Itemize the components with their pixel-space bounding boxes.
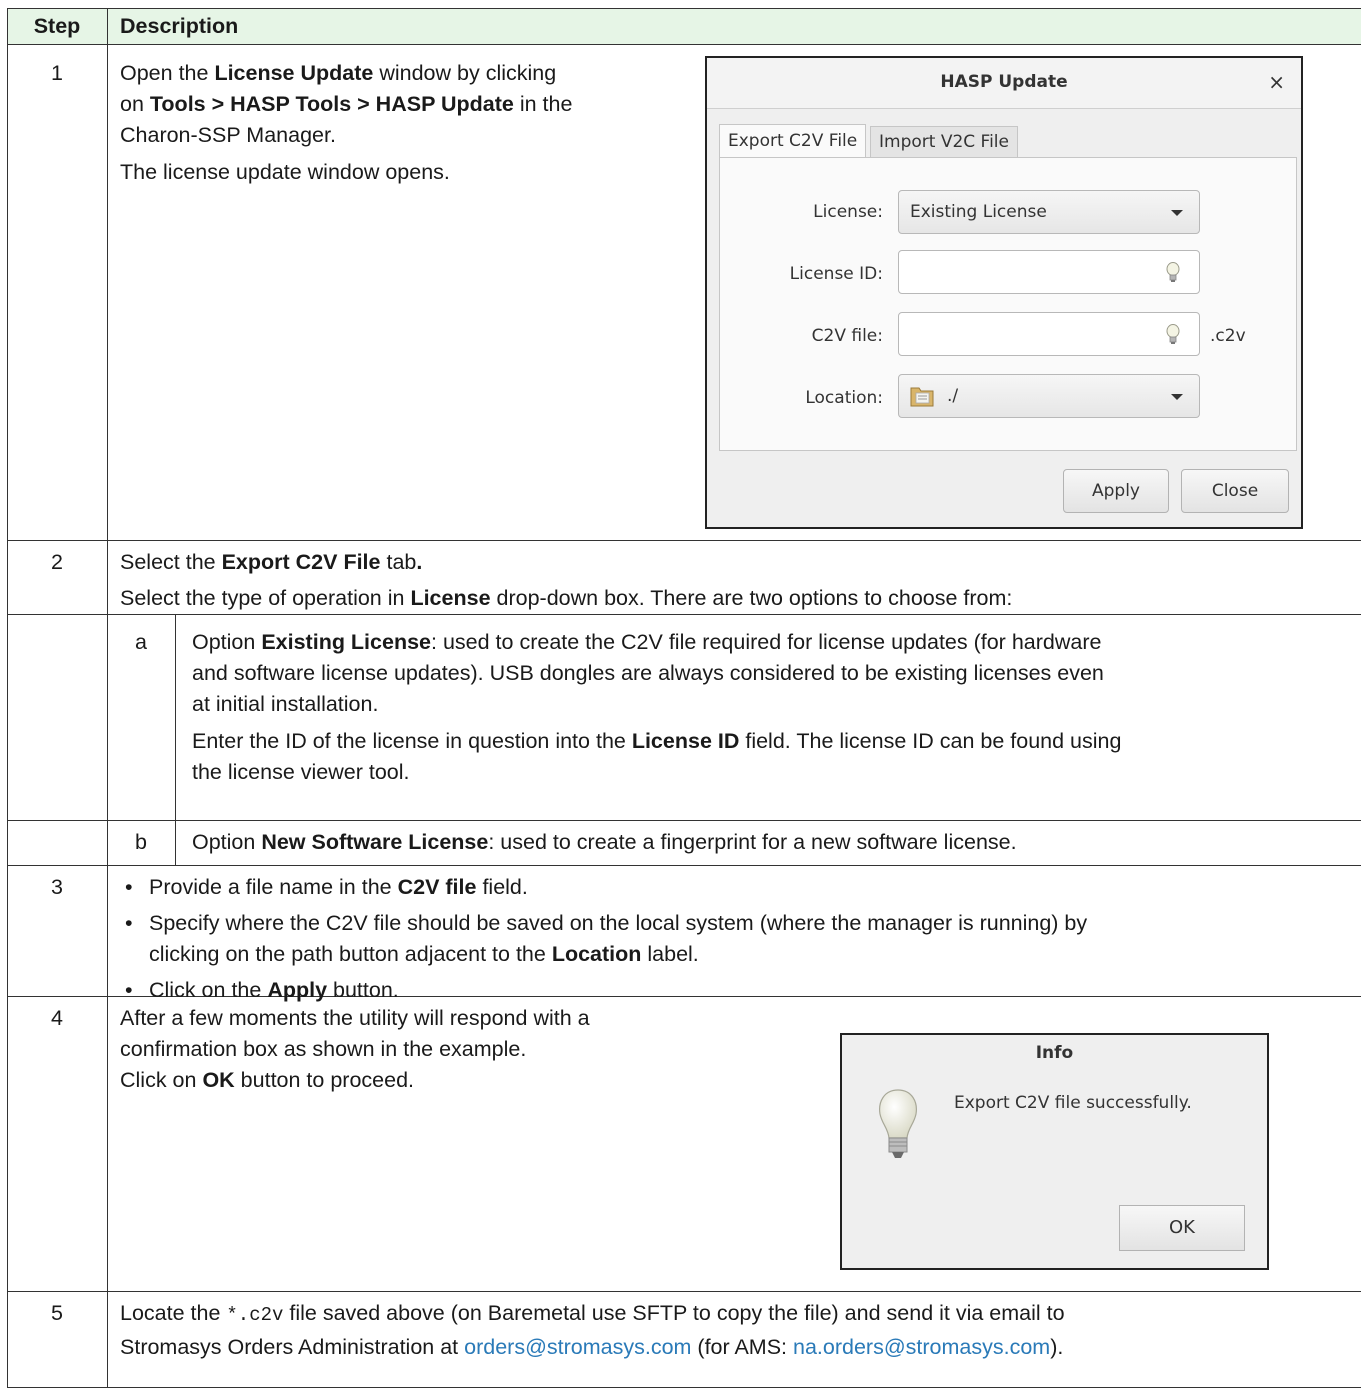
tab-export-c2v[interactable]: Export C2V File	[719, 124, 867, 158]
step1-line3: Charon-SSP Manager.	[120, 123, 336, 147]
c2v-file-label: C2V file:	[811, 326, 883, 346]
export-pane: License: Existing License License ID: C2…	[719, 157, 1297, 451]
substep-a-line2: and software license updates). USB dongl…	[192, 661, 1104, 685]
na-orders-email-link[interactable]: na.orders@stromasys.com	[793, 1335, 1050, 1359]
location-label: Location:	[805, 388, 883, 408]
list-item: Click on the Apply button.	[107, 975, 1357, 1006]
dialog-title: HASP Update	[940, 72, 1068, 92]
step3-bullets: Provide a file name in the C2V file fiel…	[107, 872, 1357, 1006]
step5-line2: Stromasys Orders Administration at order…	[120, 1335, 1064, 1359]
lightbulb-icon	[1166, 262, 1180, 282]
header-description: Description	[120, 14, 239, 38]
list-item: Provide a file name in the C2V file fiel…	[107, 872, 1357, 903]
lightbulb-icon	[1166, 324, 1180, 344]
list-item: Specify where the C2V file should be sav…	[107, 908, 1357, 970]
step-number: 1	[51, 61, 63, 85]
close-button[interactable]: Close	[1181, 469, 1289, 513]
dialog-titlebar: HASP Update ×	[707, 58, 1301, 109]
step1-line1: Open the License Update window by clicki…	[120, 61, 557, 85]
chevron-down-icon	[1171, 210, 1183, 216]
step4-line2: confirmation box as shown in the example…	[120, 1037, 527, 1061]
row-divider	[7, 44, 1361, 45]
location-dropdown[interactable]: ./	[898, 374, 1200, 418]
tab-import-v2c[interactable]: Import V2C File	[870, 126, 1018, 158]
step-number: 4	[51, 1006, 63, 1030]
substep-a-line3: at initial installation.	[192, 692, 379, 716]
apply-button[interactable]: Apply	[1063, 469, 1169, 513]
chevron-down-icon	[1171, 394, 1183, 400]
step2-line1: Select the Export C2V File tab.	[120, 550, 423, 574]
license-dropdown[interactable]: Existing License	[898, 190, 1200, 234]
step1-line4: The license update window opens.	[120, 160, 450, 184]
location-value: ./	[947, 386, 959, 406]
step4-line1: After a few moments the utility will res…	[120, 1006, 590, 1030]
substep-a-line1: Option Existing License: used to create …	[192, 630, 1102, 654]
step1-line2: on Tools > HASP Tools > HASP Update in t…	[120, 92, 573, 116]
ok-button[interactable]: OK	[1119, 1205, 1245, 1251]
folder-icon	[910, 387, 934, 407]
sub-column-divider	[175, 614, 176, 865]
license-id-label: License ID:	[789, 264, 883, 284]
substep-letter: a	[135, 630, 147, 654]
column-divider	[107, 8, 108, 1388]
license-id-input[interactable]	[898, 250, 1200, 294]
info-dialog: Info Export C2V file successfully. OK	[840, 1033, 1269, 1270]
step4-line3: Click on OK button to proceed.	[120, 1068, 414, 1092]
c2v-file-input[interactable]	[898, 312, 1200, 356]
step2-line2: Select the type of operation in License …	[120, 586, 1013, 610]
lightbulb-icon	[879, 1089, 917, 1158]
row-divider	[7, 820, 1361, 821]
row-divider	[107, 614, 1361, 615]
step5-line1: Locate the *.c2v file saved above (on Ba…	[120, 1301, 1065, 1326]
row-divider	[7, 1291, 1361, 1292]
c2v-suffix: .c2v	[1210, 326, 1246, 346]
hasp-update-dialog: HASP Update × Export C2V File Import V2C…	[705, 56, 1303, 529]
substep-b-line1: Option New Software License: used to cre…	[192, 830, 1017, 854]
header-step: Step	[33, 14, 81, 38]
row-divider	[7, 614, 107, 615]
step-number: 5	[51, 1301, 63, 1325]
row-divider	[7, 540, 1361, 541]
substep-a-line4: Enter the ID of the license in question …	[192, 729, 1122, 753]
orders-email-link[interactable]: orders@stromasys.com	[464, 1335, 691, 1359]
info-message: Export C2V file successfully.	[954, 1093, 1192, 1113]
step-number: 3	[51, 875, 63, 899]
info-title: Info	[1035, 1043, 1074, 1063]
step-number: 2	[51, 550, 63, 574]
license-dropdown-value: Existing License	[910, 202, 1047, 222]
substep-letter: b	[135, 830, 147, 854]
row-divider	[7, 865, 1361, 866]
substep-a-line5: the license viewer tool.	[192, 760, 410, 784]
license-label: License:	[813, 202, 883, 222]
close-icon[interactable]: ×	[1268, 70, 1285, 94]
